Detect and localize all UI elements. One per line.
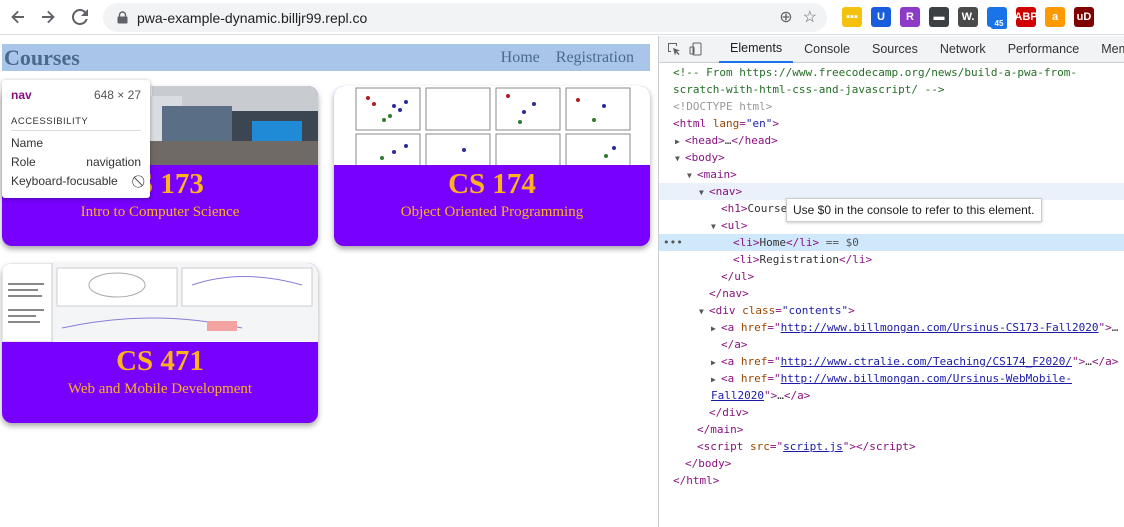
tree-node[interactable]: </html>: [659, 472, 1124, 489]
course-image: [2, 263, 318, 342]
back-icon[interactable]: [4, 3, 32, 31]
tooltip-section-title: ACCESSIBILITY: [11, 116, 141, 131]
devtools-tabbar: Elements Console Sources Network Perform…: [659, 36, 1124, 63]
tooltip-tag: nav: [11, 88, 32, 102]
bitwarden-icon[interactable]: U: [871, 7, 891, 27]
inspect-element-icon[interactable]: [667, 40, 681, 58]
tree-node[interactable]: Fall2020">…</a>: [659, 387, 1124, 404]
cloud-ext-icon[interactable]: ☁45: [987, 7, 1007, 29]
tooltip-key: Role: [11, 155, 36, 169]
course-card[interactable]: CS 471 Web and Mobile Development: [2, 263, 318, 423]
tree-node[interactable]: </ul>: [659, 268, 1124, 285]
tree-node[interactable]: scratch-with-html-css-and-javascript/ --…: [659, 81, 1124, 98]
collapse-arrow-icon[interactable]: ▼: [675, 150, 685, 166]
forward-icon[interactable]: [34, 3, 62, 31]
course-subtitle: Intro to Computer Science: [80, 204, 240, 220]
tree-node[interactable]: </a>: [659, 336, 1124, 353]
tab-memory[interactable]: Mem: [1090, 36, 1124, 63]
grid-ext-icon[interactable]: ▪▪▪: [842, 7, 862, 27]
ublock-icon[interactable]: uD: [1074, 7, 1094, 27]
collapse-arrow-icon[interactable]: ▼: [699, 303, 709, 319]
collapse-arrow-icon[interactable]: ▼: [711, 218, 721, 234]
more-icon[interactable]: •••: [663, 234, 683, 251]
tree-node[interactable]: </main>: [659, 421, 1124, 438]
collapse-arrow-icon[interactable]: ▼: [687, 167, 697, 183]
tree-node[interactable]: ▼ <div class="contents">: [659, 302, 1124, 319]
tab-console[interactable]: Console: [793, 36, 861, 63]
dollar-zero-hint-tooltip: Use $0 in the console to refer to this e…: [786, 198, 1042, 222]
expand-arrow-icon[interactable]: ▶: [711, 320, 721, 336]
amazon-icon[interactable]: a: [1045, 7, 1065, 27]
tree-node[interactable]: <html lang="en">: [659, 115, 1124, 132]
tab-elements[interactable]: Elements: [719, 36, 794, 63]
url-text: pwa-example-dynamic.billjr99.repl.co: [137, 9, 368, 26]
browser-toolbar: pwa-example-dynamic.billjr99.repl.co ⊕ ☆…: [0, 0, 1124, 35]
address-bar[interactable]: pwa-example-dynamic.billjr99.repl.co ⊕ ☆: [103, 3, 827, 32]
tree-node[interactable]: ▶ <head>…</head>: [659, 132, 1124, 149]
add-icon[interactable]: ⊕: [779, 7, 792, 27]
tree-node[interactable]: <script src="script.js"></script>: [659, 438, 1124, 455]
tab-performance[interactable]: Performance: [997, 36, 1091, 63]
inspect-tooltip: nav 648 × 27 ACCESSIBILITY Name Role nav…: [2, 80, 150, 198]
device-toolbar-icon[interactable]: [689, 40, 703, 58]
expand-arrow-icon[interactable]: ▶: [675, 133, 685, 149]
tree-node[interactable]: </body>: [659, 455, 1124, 472]
tooltip-row: Keyboard-focusable ⃠: [11, 174, 141, 189]
tree-node[interactable]: ▼ <main>: [659, 166, 1124, 183]
tree-node[interactable]: ▶ <a href="http://www.ctralie.com/Teachin…: [659, 353, 1124, 370]
extension-badge: 45: [991, 17, 1007, 29]
w-ext-icon[interactable]: W.: [958, 7, 978, 27]
expand-arrow-icon[interactable]: ▶: [711, 354, 721, 370]
folder-ext-icon[interactable]: ▬: [929, 7, 949, 27]
tooltip-row: Name: [11, 136, 141, 150]
course-card[interactable]: CS 174 Object Oriented Programming: [334, 86, 650, 246]
tab-network[interactable]: Network: [929, 36, 997, 63]
devtools-panel: Elements Console Sources Network Perform…: [658, 36, 1124, 527]
web-page: Courses Home Registration CS 173 Intro t…: [0, 36, 658, 527]
tree-node[interactable]: ▼ <body>: [659, 149, 1124, 166]
tooltip-key: Name: [11, 136, 44, 150]
tree-node[interactable]: ▶ <a href="http://www.billmongan.com/Ursi…: [659, 370, 1124, 387]
star-icon[interactable]: ☆: [803, 7, 817, 27]
tooltip-row: Role navigation: [11, 155, 141, 169]
reload-icon[interactable]: [66, 3, 94, 31]
tree-node[interactable]: <!DOCTYPE html>: [659, 98, 1124, 115]
tooltip-key: Keyboard-focusable: [11, 174, 118, 188]
abp-icon[interactable]: ABP: [1014, 7, 1038, 27]
nav-links: Home Registration: [501, 49, 634, 67]
course-subtitle: Object Oriented Programming: [400, 204, 584, 220]
tree-node[interactable]: <!-- From https://www.freecodecamp.org/n…: [659, 64, 1124, 81]
site-nav: Courses Home Registration: [2, 44, 650, 71]
nav-link-registration[interactable]: Registration: [556, 49, 634, 67]
tree-node-selected[interactable]: ••• <li>Home</li> == $0: [659, 234, 1124, 251]
expand-arrow-icon[interactable]: ▶: [711, 371, 721, 387]
course-subtitle: Web and Mobile Development: [67, 381, 253, 397]
r-ext-icon[interactable]: R: [900, 7, 920, 27]
tree-node[interactable]: </nav>: [659, 285, 1124, 302]
course-title: CS 174: [448, 168, 536, 200]
tab-sources[interactable]: Sources: [861, 36, 929, 63]
tooltip-dimensions: 648 × 27: [93, 88, 141, 102]
extensions-bar: ▪▪▪ UR ▬ W. ☁45 ABP auD: [842, 7, 1103, 29]
site-title: Courses: [4, 44, 80, 70]
course-title: CS 471: [116, 345, 204, 377]
elements-tree: <!-- From https://www.freecodecamp.org/n…: [659, 64, 1124, 489]
nav-link-home[interactable]: Home: [501, 49, 540, 67]
tree-node[interactable]: ▶ <a href="http://www.billmongan.com/Ursi…: [659, 319, 1124, 336]
collapse-arrow-icon[interactable]: ▼: [699, 184, 709, 200]
tree-node[interactable]: </div>: [659, 404, 1124, 421]
tree-node[interactable]: <li>Registration</li>: [659, 251, 1124, 268]
tooltip-value: navigation: [86, 155, 141, 169]
course-image: [334, 86, 650, 165]
lock-icon: [115, 11, 129, 25]
